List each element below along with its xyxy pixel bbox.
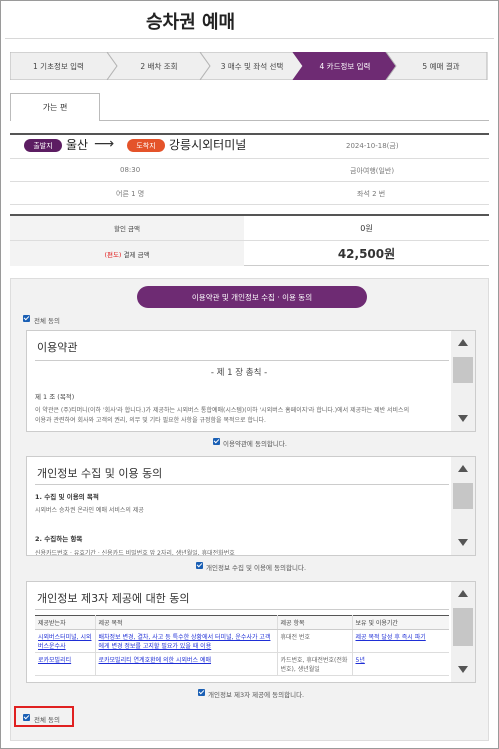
trip-time: 08:30 [120, 166, 141, 174]
discount-value: 0원 [360, 223, 373, 233]
third-party-divider [35, 609, 449, 610]
usage-terms-box[interactable]: 이용약관 - 제 1 장 총칙 - 제 1 조 (목적) 이 약관은 (주)티머… [26, 330, 476, 432]
scroll-down-icon[interactable] [458, 415, 468, 422]
route-arrow-icon: ⟶ [94, 136, 115, 152]
terms-header-button[interactable]: 이용약관 및 개인정보 수집 · 이용 동의 [137, 286, 367, 308]
scroll-up-icon[interactable] [458, 465, 468, 472]
third-party-box[interactable]: 개인정보 제3자 제공에 대한 동의 제공받는자 제공 목적 제공 항목 보유 … [26, 581, 476, 683]
route-divider-1 [10, 158, 489, 159]
step-5: 5 예매 결과 [422, 61, 460, 71]
table-header: 제공 항목 [277, 615, 353, 630]
departure-place: 울산 [66, 138, 89, 152]
usage-terms-article: 제 1 조 (목적) [35, 393, 75, 401]
table-cell: 카드번호, 휴대전번호(전화번호), 생년월일 [277, 652, 353, 676]
table-cell: 배차정보 변경, 결차, 사고 등 특수한 상황에서 터미널, 운수사가 고객에… [95, 629, 278, 653]
table-header: 제공 목적 [95, 615, 278, 630]
title-divider [5, 38, 494, 39]
agree-all-highlight-box [14, 706, 74, 727]
page-title: 승차권 예매 [146, 12, 236, 33]
pay-label-prefix: (편도) [104, 250, 122, 259]
agree-all-top-checkbox[interactable] [23, 315, 30, 322]
table-header: 보유 및 이용기간 [352, 615, 449, 630]
route-divider-2 [10, 181, 489, 182]
table-cell: 로카모빌리티 연계호환에 의한 시외버스 예매 [95, 652, 278, 676]
table-header-row: 제공받는자 제공 목적 제공 항목 보유 및 이용기간 [35, 615, 449, 630]
trip-passengers: 어른 1 명 [116, 190, 145, 198]
usage-agree-checkbox[interactable] [213, 438, 220, 445]
third-party-scrollbar[interactable] [451, 582, 475, 682]
usage-terms-chapter: - 제 1 장 총칙 - [210, 368, 268, 378]
privacy-title: 개인정보 수집 및 이용 동의 [37, 467, 163, 480]
agree-all-top-label: 전체 동의 [34, 317, 60, 325]
third-party-agree-label: 개인정보 제3자 제공에 동의합니다. [208, 691, 305, 699]
privacy-item-1: 1. 수집 및 이용의 목적 [35, 493, 99, 501]
usage-terms-divider [35, 360, 449, 361]
privacy-item-2: 2. 수집하는 항목 [35, 535, 83, 543]
privacy-agree-label: 개인정보 수집 및 이용에 동의합니다. [206, 564, 307, 572]
table-row: 로카모빌리티 로카모빌리티 연계호환에 의한 시외버스 예매 카드번호, 휴대전… [35, 652, 449, 676]
route-top-border [10, 133, 489, 135]
pay-label-cell: (편도) 결제 금액 [10, 241, 244, 266]
scroll-up-icon[interactable] [458, 339, 468, 346]
usage-terms-text-2: 이용과 관련하여 회사와 고객의 권리, 의무 및 기타 필요한 사항을 규정함… [35, 417, 266, 424]
step-4-active: 4 카드정보 입력 [319, 61, 371, 71]
privacy-item-2-desc: 신용카드번호 · 유효기간 · 신용카드 비밀번호 앞 2자리, 생년월일, 휴… [35, 550, 235, 556]
usage-terms-text-1: 이 약관은 (주)티머니(이하 '회사'라 합니다.)가 제공하는 시외버스 통… [35, 407, 410, 414]
scroll-down-icon[interactable] [458, 666, 468, 673]
discount-row: 할인 금액 0원 [10, 216, 489, 241]
trip-seat: 좌석 2 번 [357, 190, 386, 198]
third-party-agree-checkbox[interactable] [198, 689, 205, 696]
third-party-title: 개인정보 제3자 제공에 대한 동의 [37, 592, 190, 605]
step-progress-bar: 1 기초정보 입력 2 배차 조회 3 매수 및 좌석 선택 4 카드정보 입력… [10, 52, 488, 80]
third-party-table: 제공받는자 제공 목적 제공 항목 보유 및 이용기간 시외버스터미널, 시외버… [35, 615, 449, 676]
departure-badge: 출발지 [24, 139, 62, 152]
scroll-up-icon[interactable] [458, 590, 468, 597]
scroll-thumb[interactable] [453, 608, 473, 646]
trip-date: 2024-10-18(금) [346, 142, 399, 150]
scroll-down-icon[interactable] [458, 539, 468, 546]
privacy-box[interactable]: 개인정보 수집 및 이용 동의 1. 수집 및 이용의 목적 시외버스 승차권 … [26, 456, 476, 556]
usage-terms-title: 이용약관 [37, 341, 78, 354]
route-divider-3 [10, 204, 489, 205]
table-cell: 시외버스터미널, 시외버스운수사 [35, 629, 96, 653]
pay-value: 42,500원 [337, 247, 396, 261]
pay-label: 결제 금액 [123, 250, 150, 259]
tab-outbound[interactable]: 가는 편 [10, 93, 100, 121]
arrival-badge: 도착지 [127, 139, 165, 152]
privacy-divider [35, 484, 449, 485]
step-2: 2 배차 조회 [140, 61, 178, 71]
pay-row: (편도) 결제 금액 42,500원 [10, 241, 489, 266]
table-cell: 로카모빌리티 [35, 652, 96, 676]
table-row: 시외버스터미널, 시외버스운수사 배차정보 변경, 결차, 사고 등 특수한 상… [35, 629, 449, 653]
discount-label: 할인 금액 [10, 216, 244, 240]
step-3: 3 매수 및 좌석 선택 [220, 61, 284, 71]
table-cell: 휴대전 번호 [277, 629, 353, 653]
privacy-scrollbar[interactable] [451, 457, 475, 555]
step-1: 1 기초정보 입력 [33, 61, 84, 71]
privacy-agree-checkbox[interactable] [196, 562, 203, 569]
scroll-thumb[interactable] [453, 357, 473, 383]
usage-agree-label: 이용약관에 동의합니다. [223, 440, 287, 448]
table-cell: 제공 목적 달성 후 즉시 파기 [352, 629, 449, 653]
table-cell: 5년 [352, 652, 449, 676]
scroll-thumb[interactable] [453, 483, 473, 509]
trip-company: 금아여행(일반) [350, 167, 395, 175]
fare-summary: 할인 금액 0원 (편도) 결제 금액 42,500원 [10, 214, 489, 266]
table-header: 제공받는자 [35, 615, 96, 630]
arrival-place: 강릉시외터미널 [169, 138, 247, 152]
privacy-item-1-desc: 시외버스 승차권 온라인 예매 서비스의 제공 [35, 507, 144, 514]
usage-terms-scrollbar[interactable] [451, 331, 475, 431]
